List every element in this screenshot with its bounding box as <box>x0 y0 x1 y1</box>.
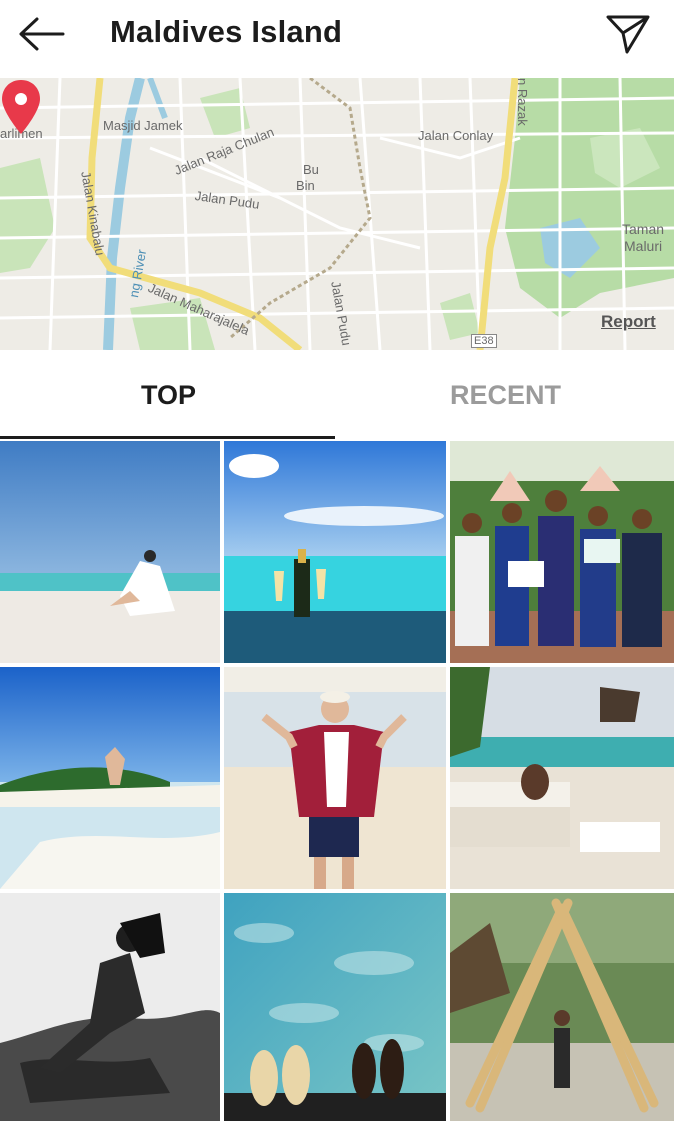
photo-feet-over-clear-water[interactable] <box>224 893 446 1121</box>
map-label: n Razak <box>515 78 530 126</box>
location-pin-icon <box>2 80 40 134</box>
map-label: Masjid Jamek <box>103 118 183 133</box>
active-tab-indicator <box>0 436 335 439</box>
location-map[interactable]: arlimen Masjid Jamek Jalan Raja Chulan J… <box>0 78 674 350</box>
back-button[interactable] <box>14 12 68 56</box>
map-label: Maluri <box>624 238 663 254</box>
photo-champagne-infinity-pool[interactable] <box>224 441 446 663</box>
map-label: E38 <box>471 334 497 348</box>
photo-bw-woman-on-rocks[interactable] <box>0 893 220 1121</box>
tab-recent[interactable]: RECENT <box>337 350 674 440</box>
arrow-left-icon <box>19 17 65 51</box>
header-bar: Maldives Island <box>0 0 674 70</box>
photo-woman-on-sofa-resort[interactable] <box>450 667 674 889</box>
map-label: Bu <box>303 162 319 177</box>
share-button[interactable] <box>602 10 654 58</box>
photo-group-with-certificates[interactable] <box>450 441 674 663</box>
paper-plane-icon <box>606 15 650 54</box>
report-link[interactable]: Report <box>601 312 656 332</box>
tab-top[interactable]: TOP <box>0 350 337 440</box>
photo-couple-on-beach[interactable] <box>0 441 220 663</box>
map-label: Taman <box>622 221 665 237</box>
map-label: Bin <box>296 178 315 193</box>
photo-bamboo-arch-path[interactable] <box>450 893 674 1121</box>
map-label: Jalan Conlay <box>418 128 494 143</box>
photo-person-on-sandbar[interactable] <box>0 667 220 889</box>
tab-bar: TOP RECENT <box>0 350 674 440</box>
photo-man-peace-sign-beach[interactable] <box>224 667 446 889</box>
photo-grid <box>0 441 674 1121</box>
page-title: Maldives Island <box>110 14 343 49</box>
